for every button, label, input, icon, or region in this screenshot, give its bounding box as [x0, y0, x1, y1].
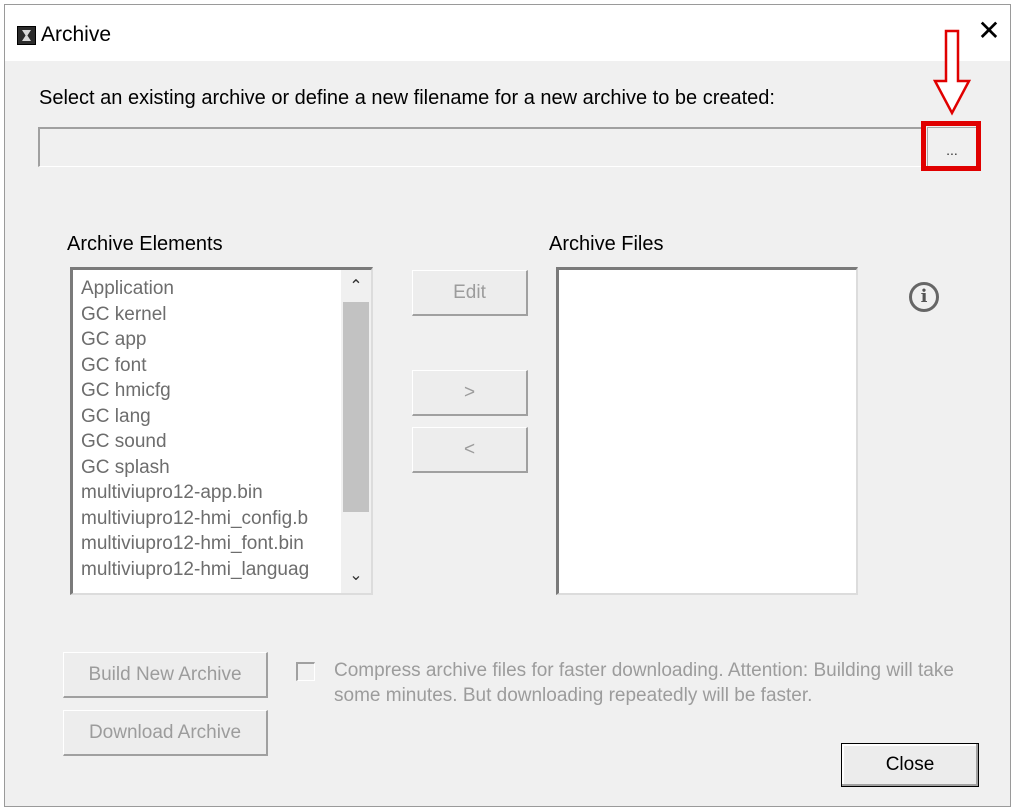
scroll-down-icon[interactable]: ⌄: [341, 561, 371, 591]
list-item[interactable]: GC lang: [81, 404, 336, 430]
archive-files-list[interactable]: [556, 267, 858, 595]
list-item[interactable]: multiviupro12-hmi_languag: [81, 557, 336, 583]
down-arrow-annotation: [932, 29, 972, 116]
compress-option-label: Compress archive files for faster downlo…: [334, 660, 954, 706]
scroll-thumb[interactable]: [343, 302, 369, 512]
list-item[interactable]: multiviupro12-hmi_config.b: [81, 506, 336, 532]
build-new-archive-button[interactable]: Build New Archive: [63, 652, 268, 698]
edit-button[interactable]: Edit: [412, 270, 528, 316]
list-item[interactable]: GC app: [81, 327, 336, 353]
compress-checkbox[interactable]: [296, 662, 315, 681]
archive-elements-list[interactable]: Application GC kernel GC app GC font GC hmic…: [70, 267, 373, 595]
instruction-text: Select an existing archive or define a n…: [39, 87, 775, 109]
archive-elements-items: Application GC kernel GC app GC font GC hmic…: [81, 276, 336, 582]
app-icon: [17, 26, 36, 45]
list-item[interactable]: GC font: [81, 353, 336, 379]
list-item[interactable]: multiviupro12-hmi_font.bin: [81, 531, 336, 557]
archive-dialog: Archive ✕ Select an existing archive or …: [4, 4, 1011, 807]
archive-files-label: Archive Files: [549, 233, 664, 255]
list-item[interactable]: GC sound: [81, 429, 336, 455]
title-bar: Archive ✕: [5, 5, 1010, 61]
info-icon[interactable]: i: [909, 282, 939, 312]
archive-path-field[interactable]: [38, 127, 924, 167]
download-archive-button[interactable]: Download Archive: [63, 710, 268, 756]
list-item[interactable]: GC kernel: [81, 302, 336, 328]
list-item[interactable]: GC hmicfg: [81, 378, 336, 404]
list-item[interactable]: multiviupro12-app.bin: [81, 480, 336, 506]
archive-elements-label: Archive Elements: [67, 233, 223, 255]
close-window-icon[interactable]: ✕: [974, 17, 1004, 47]
remove-from-archive-button[interactable]: <: [412, 427, 528, 473]
window-title: Archive: [41, 23, 112, 46]
vertical-scrollbar[interactable]: ⌃ ⌄: [341, 270, 371, 593]
add-to-archive-button[interactable]: >: [412, 370, 528, 416]
list-item[interactable]: Application: [81, 276, 336, 302]
close-button[interactable]: Close: [841, 743, 979, 787]
browse-button[interactable]: ...: [927, 127, 977, 167]
scroll-up-icon[interactable]: ⌃: [341, 272, 371, 302]
list-item[interactable]: GC splash: [81, 455, 336, 481]
